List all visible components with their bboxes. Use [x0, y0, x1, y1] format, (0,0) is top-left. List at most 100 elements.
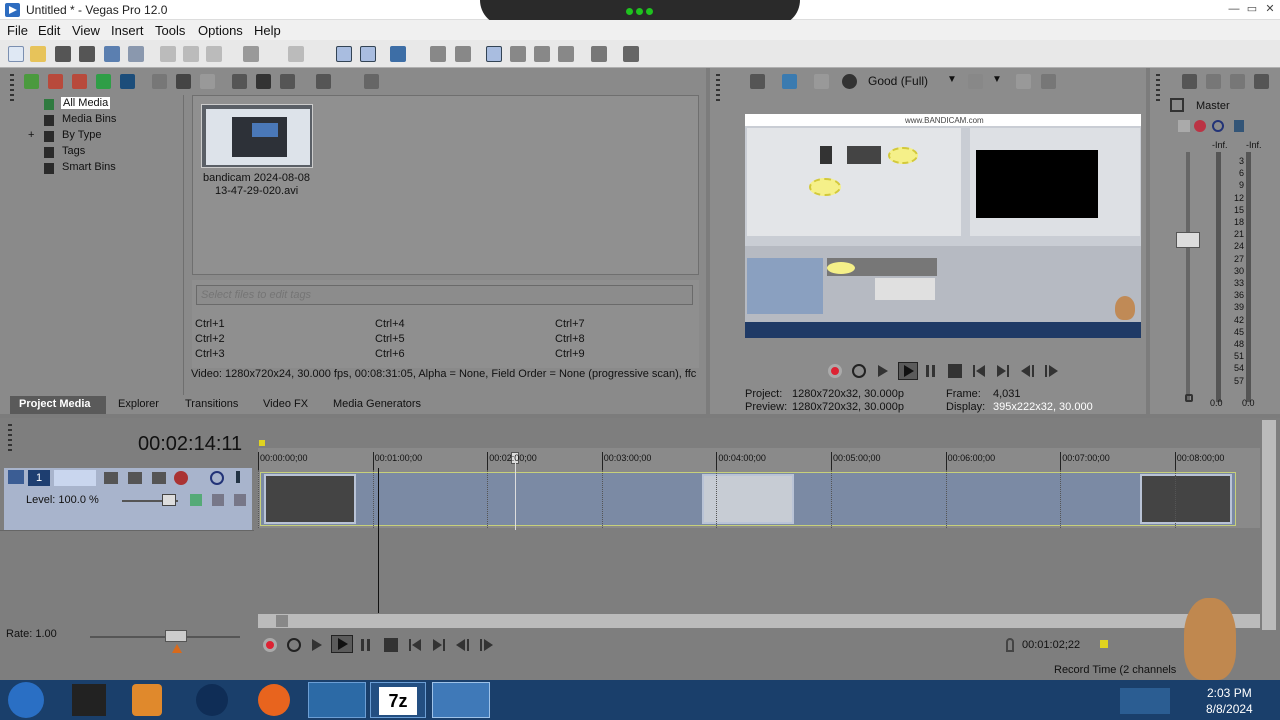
mute-icon[interactable]	[1212, 120, 1224, 132]
clock-time[interactable]: 2:03 PM	[1207, 686, 1252, 700]
external-monitor-icon[interactable]	[782, 74, 797, 89]
close-icon[interactable]: ✕	[1263, 2, 1277, 16]
overlays-icon[interactable]	[968, 74, 983, 89]
panel-grip[interactable]	[8, 424, 12, 454]
timeline-next-frame-icon[interactable]	[479, 638, 493, 652]
downmix-icon[interactable]	[1206, 74, 1221, 89]
tab-video-fx[interactable]: Video FX	[263, 396, 308, 414]
panel-grip[interactable]	[10, 74, 14, 104]
play-from-start-icon[interactable]	[876, 364, 890, 378]
ripple-edit-icon[interactable]	[390, 46, 406, 62]
tree-item-tags[interactable]: Tags	[62, 145, 85, 157]
solo-icon[interactable]	[1234, 120, 1244, 132]
start-button-icon[interactable]	[8, 682, 44, 718]
record-icon[interactable]	[828, 364, 842, 378]
search-media-icon[interactable]	[364, 74, 379, 89]
track-gear-icon[interactable]	[174, 471, 188, 485]
taskbar-app-icon[interactable]	[72, 684, 106, 716]
make-compositing-child-icon[interactable]	[212, 494, 224, 506]
cursor-time[interactable]: 00:01:02;22	[1022, 639, 1080, 651]
track-fx-icon[interactable]	[152, 472, 166, 484]
tab-explorer[interactable]: Explorer	[118, 396, 159, 414]
chevron-down-icon[interactable]: ▼	[947, 74, 957, 85]
get-media-from-web-icon[interactable]	[72, 74, 87, 89]
master-fx-icon[interactable]	[1254, 74, 1269, 89]
menu-file[interactable]: File	[7, 23, 28, 38]
ignore-grouping-icon[interactable]	[455, 46, 471, 62]
timeline-pause-icon[interactable]	[359, 638, 373, 652]
media-properties-icon[interactable]	[176, 74, 191, 89]
track-motion-icon[interactable]	[104, 472, 118, 484]
tag-shortcut-4[interactable]: Ctrl+4	[375, 318, 405, 330]
timeline-previous-frame-icon[interactable]	[455, 638, 469, 652]
edit-tags-input[interactable]	[196, 285, 693, 305]
track-compositing-icon[interactable]	[128, 472, 142, 484]
scrollbar-thumb[interactable]	[276, 615, 288, 627]
master-fx-gear-icon[interactable]	[1194, 120, 1206, 132]
track-name-field[interactable]	[54, 470, 96, 486]
go-to-start-icon[interactable]	[972, 364, 986, 378]
envelope-tool-icon[interactable]	[510, 46, 526, 62]
cut-icon[interactable]	[160, 46, 176, 62]
timeline-play-from-start-icon[interactable]	[310, 638, 324, 652]
split-screen-icon[interactable]	[842, 74, 857, 89]
panel-grip[interactable]	[716, 74, 720, 104]
master-pan-icon[interactable]	[1178, 120, 1190, 132]
render-icon[interactable]	[104, 46, 120, 62]
current-time-display[interactable]: 00:02:14:11	[138, 433, 242, 456]
views-icon[interactable]	[316, 74, 331, 89]
timeline-loop-icon[interactable]	[287, 638, 301, 652]
minimize-icon[interactable]: —	[1227, 2, 1241, 16]
tag-shortcut-8[interactable]: Ctrl+8	[555, 333, 585, 345]
dim-output-icon[interactable]	[1230, 74, 1245, 89]
save-icon[interactable]	[55, 46, 71, 62]
edit-cursor[interactable]	[515, 462, 516, 530]
loop-playback-icon[interactable]	[852, 364, 866, 378]
timeline-go-to-end-icon[interactable]	[432, 638, 446, 652]
track-solo-icon[interactable]	[236, 471, 240, 483]
timeline-record-icon[interactable]	[263, 638, 277, 652]
remove-unused-media-icon[interactable]	[96, 74, 111, 89]
capture-video-icon[interactable]	[48, 74, 63, 89]
tag-shortcut-6[interactable]: Ctrl+6	[375, 348, 405, 360]
save-snapshot-icon[interactable]	[1041, 74, 1056, 89]
undo-icon[interactable]	[243, 46, 259, 62]
play-icon[interactable]	[898, 362, 918, 380]
menu-edit[interactable]: Edit	[38, 23, 60, 38]
pause-icon[interactable]	[924, 364, 938, 378]
tab-media-generators[interactable]: Media Generators	[333, 396, 421, 414]
stop-icon[interactable]	[948, 364, 962, 378]
stop-preview-icon[interactable]	[256, 74, 271, 89]
firefox-icon[interactable]	[258, 684, 290, 716]
loop-region-marker[interactable]	[259, 440, 265, 446]
track-header[interactable]: 1 Level: 100.0 %	[4, 468, 252, 530]
playback-cursor[interactable]	[378, 468, 379, 613]
save-as-icon[interactable]	[79, 46, 95, 62]
tag-shortcut-1[interactable]: Ctrl+1	[195, 318, 225, 330]
properties-icon[interactable]	[128, 46, 144, 62]
panel-grip[interactable]	[1156, 74, 1160, 104]
next-frame-icon[interactable]	[1044, 364, 1058, 378]
clock-date[interactable]: 8/8/2024	[1206, 702, 1253, 716]
previous-frame-icon[interactable]	[1020, 364, 1034, 378]
timeline-go-to-start-icon[interactable]	[408, 638, 422, 652]
menu-tools[interactable]: Tools	[155, 23, 185, 38]
track-compositing-mode-icon[interactable]	[190, 494, 202, 506]
auto-crossfade-icon[interactable]	[360, 46, 376, 62]
project-video-properties-icon[interactable]	[750, 74, 765, 89]
tag-shortcut-7[interactable]: Ctrl+7	[555, 318, 585, 330]
menu-insert[interactable]: Insert	[111, 23, 144, 38]
menu-options[interactable]: Options	[198, 23, 243, 38]
tree-item-media-bins[interactable]: Media Bins	[62, 113, 116, 125]
rate-slider-handle[interactable]	[165, 630, 187, 642]
selection-tool-icon[interactable]	[534, 46, 550, 62]
master-fader-track[interactable]	[1186, 152, 1190, 402]
preview-fx-icon[interactable]	[814, 74, 829, 89]
media-player-icon[interactable]	[132, 684, 162, 716]
master-fader-handle[interactable]	[1176, 232, 1200, 248]
master-properties-icon[interactable]	[1182, 74, 1197, 89]
open-folder-icon[interactable]	[30, 46, 46, 62]
remove-media-icon[interactable]	[152, 74, 167, 89]
redo-icon[interactable]	[288, 46, 304, 62]
enable-snapping-icon[interactable]	[336, 46, 352, 62]
